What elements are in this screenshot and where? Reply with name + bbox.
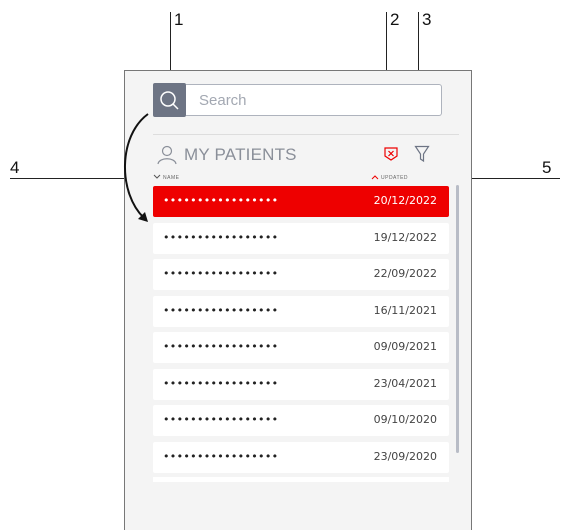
patient-updated-date: 09/09/2021: [373, 340, 437, 353]
callout-2: 2: [390, 10, 400, 29]
patient-row[interactable]: ••••••••••••••••• 09/09/2021: [153, 332, 449, 363]
patient-updated-date: 22/09/2022: [373, 267, 437, 280]
patient-name: •••••••••••••••••: [163, 304, 279, 317]
search-placeholder: Search: [199, 92, 247, 109]
filter-icon[interactable]: [414, 145, 430, 163]
curved-arrow: [124, 113, 149, 222]
patient-row[interactable]: ••••••••••••••••• 16/11/2021: [153, 296, 449, 327]
patient-row[interactable]: ••••••••••••••••• 09/10/2020: [153, 405, 449, 436]
column-updated-label[interactable]: UPDATED: [381, 175, 408, 181]
scrollbar[interactable]: [456, 185, 459, 453]
patient-updated-date: 19/12/2022: [373, 231, 437, 244]
header-divider: [153, 134, 459, 135]
search-input[interactable]: Search: [186, 84, 442, 116]
patient-name: •••••••••••••••••: [163, 450, 279, 463]
patient-row[interactable]: ••••••••••••••••• 22/09/2022: [153, 259, 449, 290]
patient-name: •••••••••••••••••: [163, 267, 279, 280]
patient-row[interactable]: ••••••••••••••••• 19/12/2022: [153, 223, 449, 254]
callout-5: 5: [542, 158, 552, 177]
column-name-label[interactable]: NAME: [163, 175, 179, 181]
patient-name: •••••••••••••••••: [163, 413, 279, 426]
patient-updated-date: 16/11/2021: [373, 304, 437, 317]
patient-name: •••••••••••••••••: [163, 340, 279, 353]
page-title: MY PATIENTS: [184, 145, 297, 164]
patient-row[interactable]: ••••••••••••••••• 20/12/2022: [153, 186, 449, 217]
patient-row[interactable]: ••••••••••••••••• 23/09/2020: [153, 442, 449, 473]
callout-3: 3: [422, 10, 432, 29]
patient-name: •••••••••••••••••: [163, 231, 279, 244]
patient-updated-date: 23/04/2021: [373, 377, 437, 390]
patient-row[interactable]: ••••••••••••••••• 23/04/2021: [153, 369, 449, 400]
user-icon: [157, 145, 177, 165]
patient-row-partial: [153, 477, 449, 482]
patient-updated-date: 23/09/2020: [373, 450, 437, 463]
callout-1: 1: [174, 10, 184, 29]
sort-updated-chevron-up-icon[interactable]: [371, 174, 379, 180]
callout-4: 4: [10, 158, 20, 177]
patient-name: •••••••••••••••••: [163, 194, 279, 207]
patient-updated-date: 20/12/2022: [373, 194, 437, 207]
patient-updated-date: 09/10/2020: [373, 413, 437, 426]
sort-name-chevron-down-icon[interactable]: [153, 174, 161, 180]
clear-filter-icon[interactable]: [383, 146, 399, 162]
patient-name: •••••••••••••••••: [163, 377, 279, 390]
